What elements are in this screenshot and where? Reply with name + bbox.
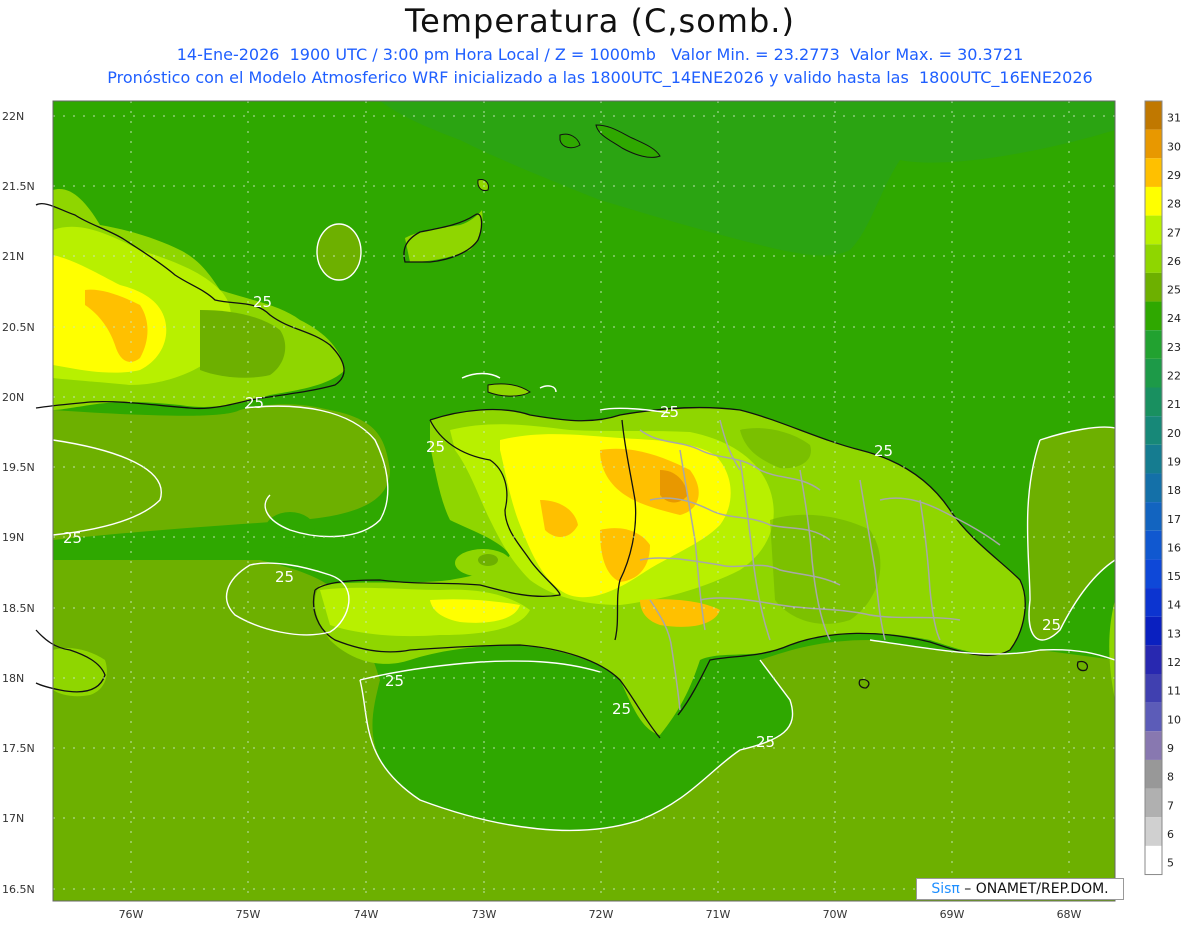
colorbar-label: 8 <box>1167 771 1174 784</box>
colorbar-swatch <box>1145 301 1162 331</box>
colorbar-swatch <box>1145 473 1162 503</box>
contour-label: 25 <box>1042 616 1061 634</box>
colorbar-label: 27 <box>1167 226 1181 239</box>
colorbar-swatch <box>1145 845 1162 875</box>
colorbar-swatch <box>1145 788 1162 818</box>
colorbar-label: 11 <box>1167 685 1181 698</box>
latitude-label: 19N <box>2 531 24 544</box>
colorbar-swatch <box>1145 101 1162 130</box>
colorbar-label: 6 <box>1167 828 1174 841</box>
colorbar-swatch <box>1145 186 1162 216</box>
colorbar-label: 7 <box>1167 799 1174 812</box>
colorbar-swatch <box>1145 129 1162 159</box>
latitude-label: 20N <box>2 391 24 404</box>
latitude-label: 17.5N <box>2 742 35 755</box>
colorbar-label: 25 <box>1167 284 1181 297</box>
longitude-label: 75W <box>236 908 261 921</box>
colorbar-label: 20 <box>1167 427 1181 440</box>
latitude-label: 17N <box>2 812 24 825</box>
latitude-label: 21.5N <box>2 180 35 193</box>
colorbar-label: 24 <box>1167 312 1181 325</box>
colorbar-swatch <box>1145 759 1162 789</box>
latitude-label: 16.5N <box>2 883 35 896</box>
colorbar-swatch <box>1145 158 1162 187</box>
contour-label: 25 <box>275 568 294 586</box>
contour-label: 25 <box>660 403 679 421</box>
colorbar-label: 19 <box>1167 455 1181 468</box>
colorbar-label: 16 <box>1167 541 1181 554</box>
colorbar-label: 18 <box>1167 484 1181 497</box>
longitude-label: 69W <box>940 908 965 921</box>
colorbar-swatch <box>1145 444 1162 474</box>
contour-label: 25 <box>874 442 893 460</box>
latitude-label: 19.5N <box>2 461 35 474</box>
contour-label: 25 <box>385 672 404 690</box>
colorbar-swatch <box>1145 530 1162 560</box>
longitude-label: 74W <box>354 908 379 921</box>
colorbar-swatch <box>1145 731 1162 760</box>
contour-label: 25 <box>756 733 775 751</box>
credit-brand: Sisπ <box>931 881 960 897</box>
colorbar-swatch <box>1145 215 1162 245</box>
colorbar-swatch <box>1145 559 1162 589</box>
colorbar-label: 31 <box>1167 112 1181 125</box>
colorbar-swatch <box>1145 588 1162 617</box>
colorbar-label: 17 <box>1167 513 1181 526</box>
latitude-label: 18.5N <box>2 602 35 615</box>
longitude-label: 68W <box>1057 908 1082 921</box>
colorbar-swatch <box>1145 502 1162 531</box>
colorbar-label: 22 <box>1167 370 1181 383</box>
contour-label: 25 <box>253 293 272 311</box>
contour-label: 25 <box>63 529 82 547</box>
colorbar-label: 12 <box>1167 656 1181 669</box>
colorbar-swatch <box>1145 272 1162 302</box>
colorbar-swatch <box>1145 358 1162 388</box>
latitude-label: 21N <box>2 250 24 263</box>
contour-label: 25 <box>612 700 631 718</box>
colorbar-swatch <box>1145 416 1162 445</box>
colorbar-label: 21 <box>1167 398 1181 411</box>
colorbar-label: 15 <box>1167 570 1181 583</box>
colorbar-label: 5 <box>1167 857 1174 870</box>
longitude-label: 70W <box>823 908 848 921</box>
latitude-label: 20.5N <box>2 321 35 334</box>
latitude-label: 18N <box>2 672 24 685</box>
colorbar-swatch <box>1145 330 1162 359</box>
longitude-label: 72W <box>589 908 614 921</box>
colorbar-label: 10 <box>1167 713 1181 726</box>
latitude-axis: 22N 21.5N 21N 20.5N 20N 19.5N 19N 18.5N … <box>2 110 35 896</box>
colorbar-swatch <box>1145 387 1162 417</box>
colorbar-label: 23 <box>1167 341 1181 354</box>
colorbar-swatch <box>1145 645 1162 674</box>
colorbar-swatch <box>1145 702 1162 732</box>
colorbar-swatch <box>1145 616 1162 646</box>
temperature-colorbar: 31 30 29 28 27 26 25 24 23 22 21 20 19 18 17 16 15 14 13 12… <box>1144 100 1181 876</box>
colorbar-label: 28 <box>1167 198 1181 211</box>
colorbar-swatch <box>1145 244 1162 273</box>
colorbar-label: 13 <box>1167 627 1181 640</box>
colorbar-swatch <box>1145 674 1162 703</box>
longitude-label: 73W <box>472 908 497 921</box>
colorbar-label: 29 <box>1167 169 1181 182</box>
latitude-label: 22N <box>2 110 24 123</box>
temperature-map: 25 25 25 25 25 25 25 25 25 25 25 22N 21.… <box>2 100 1181 921</box>
colorbar-label: 14 <box>1167 599 1181 612</box>
longitude-axis: 76W 75W 74W 73W 72W 71W 70W 69W 68W <box>119 908 1082 921</box>
colorbar-label: 30 <box>1167 140 1181 153</box>
credit-text: – ONAMET/REP.DOM. <box>959 881 1109 897</box>
colorbar-swatch <box>1145 817 1162 846</box>
longitude-label: 71W <box>706 908 731 921</box>
colorbar-label: 26 <box>1167 255 1181 268</box>
longitude-label: 76W <box>119 908 144 921</box>
contour-label: 25 <box>426 438 445 456</box>
credit-badge: Sisπ – ONAMET/REP.DOM. <box>916 878 1124 900</box>
colorbar-label: 9 <box>1167 742 1174 755</box>
